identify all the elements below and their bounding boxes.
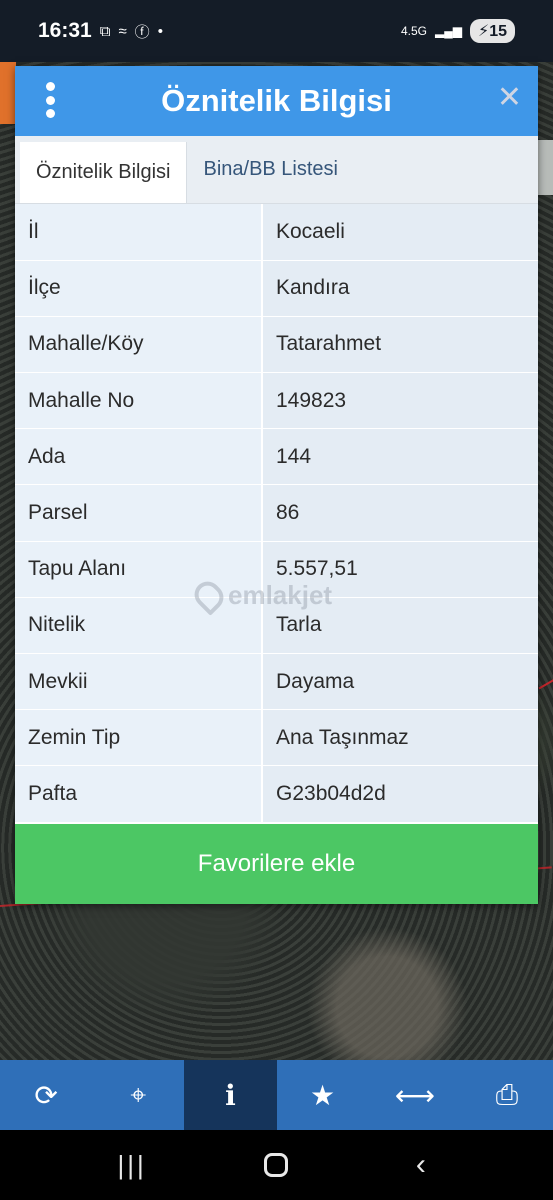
tab-attribute-info[interactable]: Öznitelik Bilgisi	[20, 142, 188, 203]
star-icon[interactable]: ★	[277, 1060, 369, 1130]
parcel-boundary-line	[538, 672, 553, 690]
attribute-key: Nitelik	[15, 597, 263, 655]
tab-bar: Öznitelik Bilgisi Bina/BB Listesi	[15, 136, 538, 204]
table-row: Parsel 86	[15, 484, 538, 542]
table-row: İlçe Kandıra	[15, 260, 538, 317]
attribute-value: G23b04d2d	[262, 765, 538, 823]
attribute-key: Zemin Tip	[15, 709, 263, 767]
attribute-table: İl Kocaeli İlçe Kandıra Mahalle/Köy Tatarahme…	[15, 204, 538, 823]
bottom-toolbar: ⟳ ⌖ i ★ ⟷ ⎙	[0, 1060, 553, 1130]
attribute-value: Kandıra	[262, 260, 538, 317]
dot-icon: •	[157, 22, 163, 40]
close-icon[interactable]: ✕	[497, 80, 522, 115]
screenshot-icon: ⧉	[99, 22, 111, 40]
attribute-value: 5.557,51	[262, 541, 538, 598]
add-favorite-button[interactable]: Favorilere ekle	[15, 824, 538, 904]
signal-icon: ▂▄▆	[435, 24, 462, 38]
crosshair-icon[interactable]: ⌖	[92, 1060, 184, 1130]
home-button[interactable]	[246, 1140, 306, 1190]
attribute-value: 149823	[262, 372, 538, 430]
attribute-key: Mahalle No	[15, 372, 263, 430]
dialog-header: Öznitelik Bilgisi ✕	[15, 66, 538, 136]
home-icon	[264, 1153, 289, 1177]
more-vert-icon[interactable]	[43, 82, 57, 118]
back-icon[interactable]: ‹	[391, 1140, 451, 1190]
attribute-key: Parsel	[15, 484, 263, 542]
recents-icon[interactable]: |||	[102, 1140, 162, 1190]
status-left: 16:31 ⧉ ≈ ⓕ •	[38, 19, 163, 43]
system-nav-bar: ||| ‹	[0, 1130, 553, 1200]
status-time: 16:31	[38, 19, 92, 42]
table-row: Ada 144	[15, 428, 538, 486]
battery-level: 15	[489, 23, 507, 40]
tab-building-list[interactable]: Bina/BB Listesi	[187, 136, 354, 203]
attribute-value: 86	[262, 484, 538, 542]
print-icon[interactable]: ⎙	[461, 1060, 553, 1130]
status-right: 4.5G ▂▄▆ ⚡15	[401, 19, 515, 43]
facebook-icon: ⓕ	[134, 23, 150, 41]
network-type: 4.5G	[400, 24, 427, 38]
table-row: Tapu Alanı 5.557,51	[15, 541, 538, 598]
dialog-title: Öznitelik Bilgisi	[161, 83, 392, 118]
battery-indicator: ⚡15	[469, 19, 515, 43]
signal-slash-icon: ≈	[118, 22, 127, 40]
attribute-value: Tatarahmet	[262, 316, 538, 374]
table-row: Mahalle/Köy Tatarahmet	[15, 316, 538, 374]
attribute-value: Tarla	[262, 597, 538, 655]
attribute-value: Dayama	[262, 653, 538, 711]
table-row: Mahalle No 149823	[15, 372, 538, 430]
attribute-key: İlçe	[15, 260, 263, 317]
info-icon[interactable]: i	[184, 1060, 277, 1130]
table-row: Pafta G23b04d2d	[15, 765, 538, 823]
attribute-value: Ana Taşınmaz	[262, 709, 538, 767]
attribute-value: Kocaeli	[262, 204, 538, 261]
measure-icon[interactable]: ⟷	[369, 1060, 461, 1130]
map-orange-marker	[0, 62, 16, 124]
status-bar: 16:31 ⧉ ≈ ⓕ • 4.5G ▂▄▆ ⚡15	[0, 0, 553, 62]
attribute-key: Tapu Alanı	[15, 541, 263, 598]
attribute-dialog: Öznitelik Bilgisi ✕ Öznitelik Bilgisi Bi…	[15, 66, 538, 904]
attribute-key: Pafta	[15, 765, 263, 823]
table-row: Mevkii Dayama	[15, 653, 538, 711]
attribute-key: Mahalle/Köy	[15, 316, 263, 374]
attribute-key: Ada	[15, 428, 263, 486]
refresh-icon[interactable]: ⟳	[0, 1060, 92, 1130]
attribute-key: İl	[15, 204, 263, 261]
table-row: Zemin Tip Ana Taşınmaz	[15, 709, 538, 767]
table-row: İl Kocaeli	[15, 204, 538, 261]
table-row: Nitelik Tarla	[15, 597, 538, 655]
map-side-control	[538, 140, 553, 195]
attribute-key: Mevkii	[15, 653, 263, 711]
attribute-value: 144	[262, 428, 538, 486]
